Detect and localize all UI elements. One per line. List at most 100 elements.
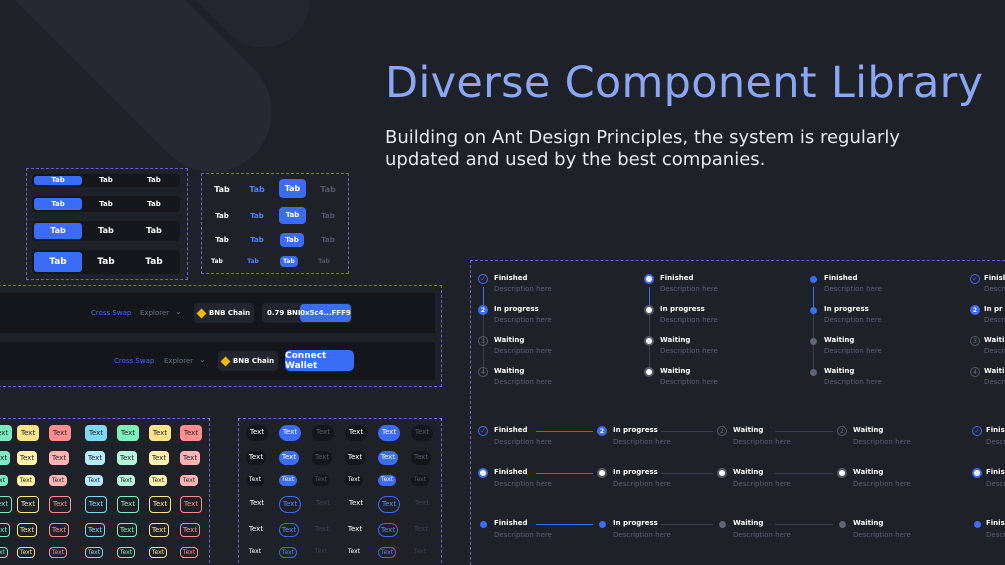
tab-disabled: Tab: [320, 185, 336, 194]
badge: Text: [117, 547, 135, 558]
explorer-menu[interactable]: Explorer: [140, 309, 169, 317]
tab-hover[interactable]: Tab: [245, 212, 269, 220]
step-in-progress: In progress: [613, 468, 658, 476]
badge: Text: [149, 425, 171, 441]
badge: Text: [312, 425, 334, 441]
tab[interactable]: Tab: [205, 258, 229, 265]
tab[interactable]: Tab: [130, 252, 178, 272]
badge: Text: [345, 475, 363, 486]
step-connector: [775, 431, 833, 432]
tab-hover[interactable]: Tab: [245, 236, 269, 244]
check-icon: ✓: [478, 426, 488, 436]
step-description: Description here: [494, 347, 552, 355]
network-selector[interactable]: BNB Chain: [218, 351, 278, 371]
step-number: 3: [478, 336, 488, 346]
step-connector: [661, 431, 713, 432]
badge: Text: [246, 475, 264, 486]
badge: Text: [49, 496, 71, 513]
tab[interactable]: Tab: [210, 185, 234, 194]
badge: Text: [149, 523, 169, 537]
badge: Text: [0, 475, 8, 486]
tab-active[interactable]: Tab: [34, 252, 82, 272]
tab-active[interactable]: Tab: [280, 233, 304, 247]
step-waiting: Waiting: [494, 367, 525, 375]
badge: Text: [180, 425, 202, 441]
tab-active[interactable]: Tab: [34, 223, 82, 239]
badge: Text: [312, 451, 332, 465]
badge: Text: [248, 548, 262, 555]
cross-swap-link[interactable]: Cross Swap: [91, 309, 131, 317]
badge: Text: [17, 425, 39, 441]
step-waiting: Waiting: [660, 336, 691, 344]
tab[interactable]: Tab: [82, 176, 130, 185]
tab[interactable]: Tab: [82, 252, 130, 272]
badge: Text: [378, 425, 400, 441]
tab-active[interactable]: Tab: [34, 198, 82, 210]
check-icon: ✓: [970, 274, 980, 284]
tab[interactable]: Tab: [130, 223, 178, 239]
chevron-down-icon[interactable]: ⌄: [175, 307, 182, 316]
tab[interactable]: Tab: [130, 198, 178, 210]
tab[interactable]: Tab: [82, 198, 130, 210]
tab[interactable]: Tab: [82, 223, 130, 239]
badge: Text: [279, 523, 299, 537]
badge: Text: [279, 451, 299, 465]
tab-active[interactable]: Tab: [34, 176, 82, 185]
badge: Text: [180, 523, 200, 537]
step-finished: Finishe: [986, 468, 1005, 476]
step-waiting: Waiting: [733, 426, 764, 434]
badge: Text: [378, 547, 396, 558]
badge: Text: [180, 475, 198, 486]
badge: Text: [246, 425, 268, 441]
tab-hover[interactable]: Tab: [245, 185, 269, 194]
tab[interactable]: Tab: [210, 212, 234, 220]
step-connector: [536, 473, 593, 474]
connect-wallet-button[interactable]: Connect Wallet: [285, 350, 354, 371]
tab-hover[interactable]: Tab: [241, 258, 265, 265]
step-finished: Finished: [660, 274, 694, 282]
badge: Text: [413, 525, 429, 533]
network-selector[interactable]: BNB Chain: [194, 303, 254, 323]
step-dot: [480, 521, 487, 528]
wallet-address[interactable]: 0x5c4...FFF9: [300, 304, 351, 322]
tab-active[interactable]: Tab: [279, 207, 306, 224]
chevron-down-icon[interactable]: ⌄: [199, 355, 206, 364]
tab[interactable]: Tab: [210, 236, 234, 244]
step-dot: [837, 468, 847, 478]
step-description: Description here: [494, 285, 552, 293]
tab-active[interactable]: Tab: [279, 179, 306, 198]
step-waiting: Waiting: [853, 468, 884, 476]
badge: Text: [348, 499, 364, 507]
badge: Text: [413, 548, 427, 555]
step-number: 2: [717, 426, 727, 436]
step-connector: [536, 431, 593, 432]
step-description: Descri: [984, 316, 1005, 324]
step-description: Descri: [986, 531, 1005, 539]
step-number: 3: [970, 336, 980, 346]
step-description: Description here: [494, 438, 552, 446]
tab-disabled: Tab: [321, 212, 335, 220]
tab-active[interactable]: Tab: [280, 256, 298, 267]
hero-title: Diverse Component Library: [385, 58, 984, 108]
step-finished: Finished: [494, 468, 528, 476]
badge: Text: [17, 475, 35, 486]
tab[interactable]: Tab: [130, 176, 178, 185]
badge: Text: [0, 451, 10, 465]
step-number: 4: [478, 367, 488, 377]
badge: Text: [117, 451, 137, 465]
explorer-menu[interactable]: Explorer: [164, 357, 193, 365]
cross-swap-link[interactable]: Cross Swap: [114, 357, 154, 365]
step-connector: [775, 473, 833, 474]
step-number: 2: [837, 426, 847, 436]
step-connector-active: [813, 287, 814, 307]
step-number: 4: [970, 367, 980, 377]
tab-bar-lg: Tab Tab Tab: [32, 250, 180, 274]
badge: Text: [85, 523, 105, 537]
step-description: Description here: [733, 480, 791, 488]
step-waiting: Waiting: [494, 336, 525, 344]
check-icon: ✓: [972, 426, 982, 436]
badge: Text: [315, 499, 331, 507]
step-waiting: Waiting: [824, 367, 855, 375]
step-connector: [775, 524, 833, 525]
badge: Text: [149, 451, 169, 465]
